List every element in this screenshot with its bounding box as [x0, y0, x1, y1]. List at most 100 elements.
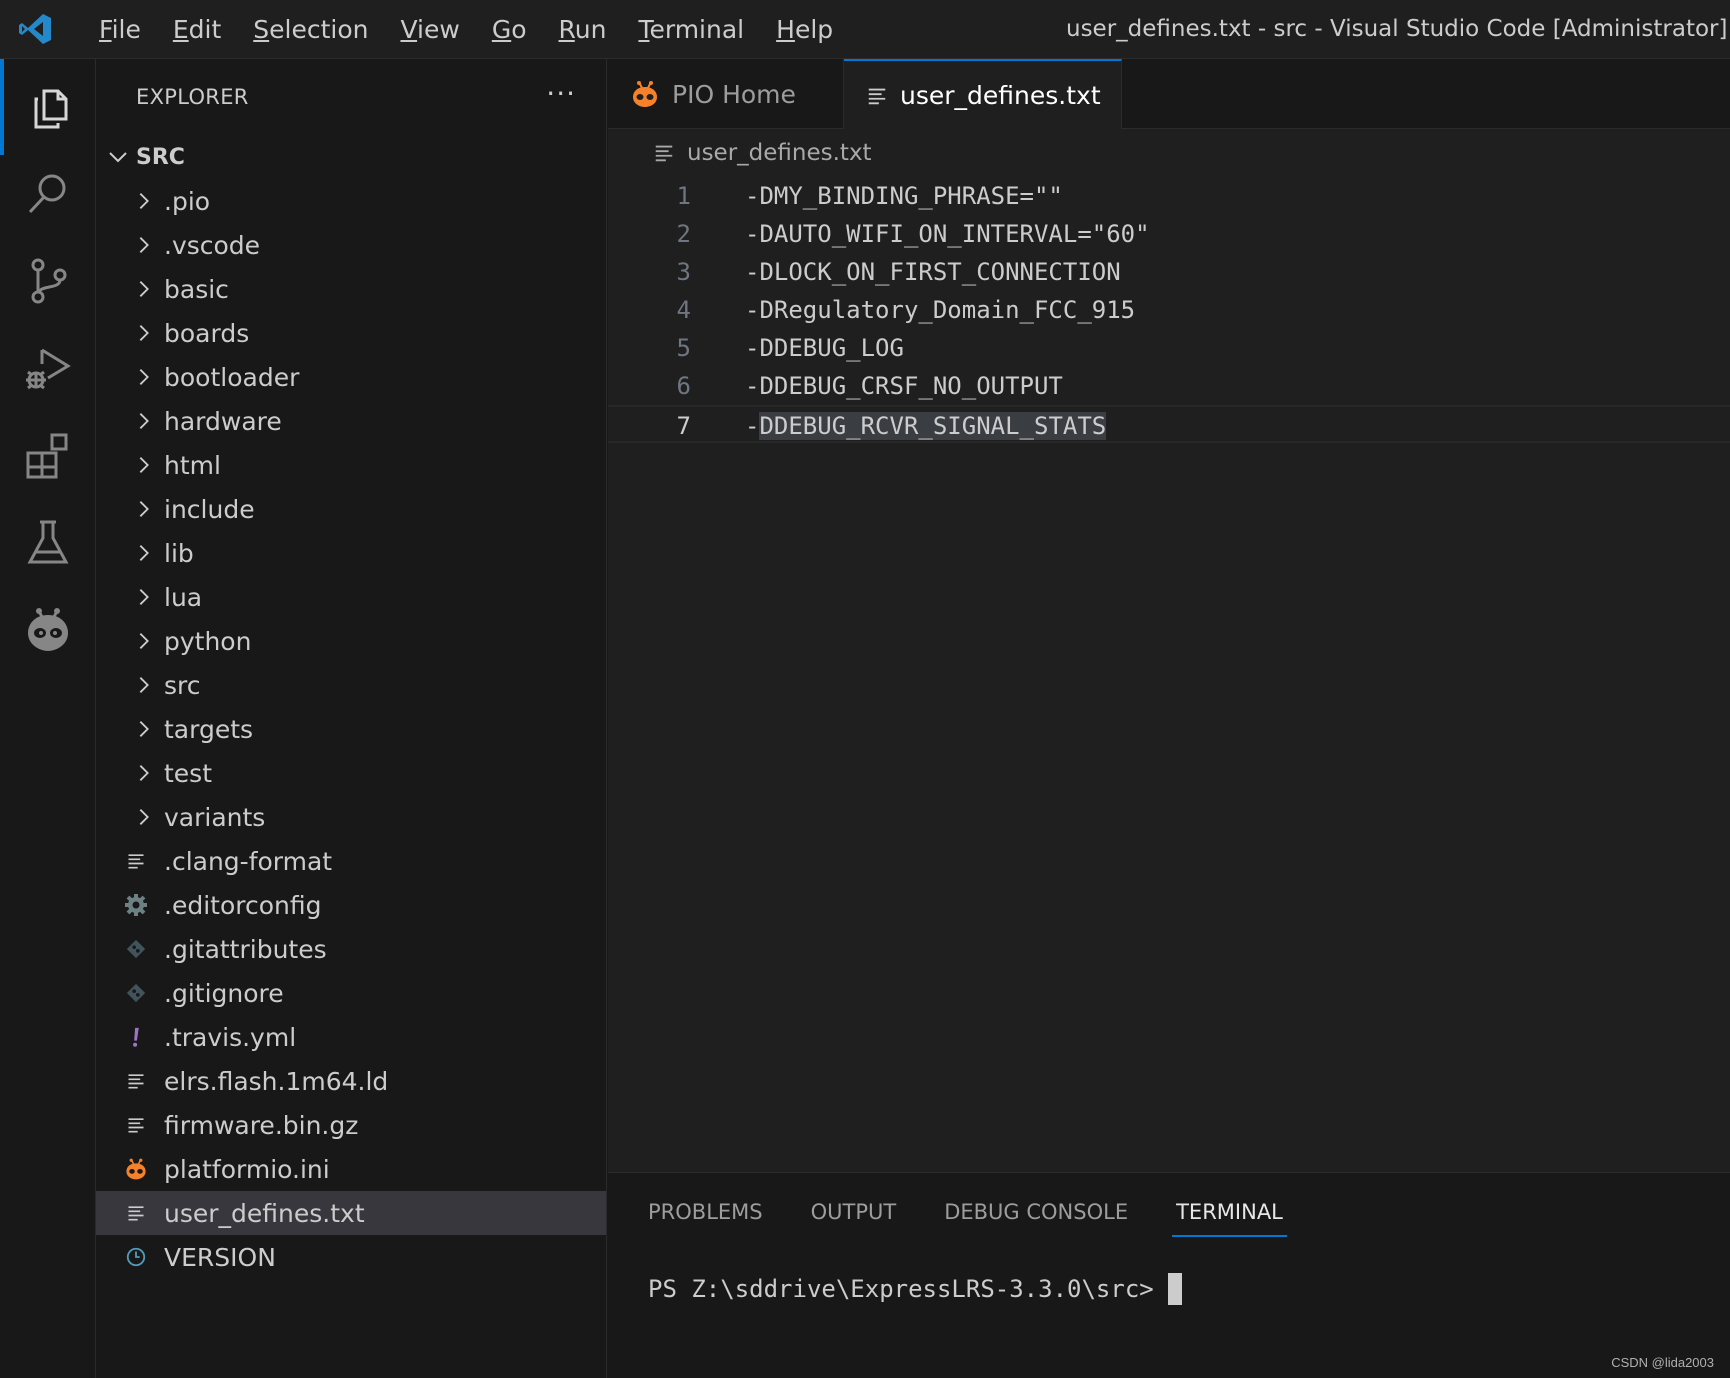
folder-item[interactable]: html [96, 443, 606, 487]
search-icon[interactable] [0, 146, 96, 242]
git-icon [124, 981, 148, 1005]
chevron-right-icon [132, 277, 156, 301]
code-lines[interactable]: 1 -DMY_BINDING_PHRASE="" 2 -DAUTO_WIFI_ON_I… [608, 177, 1730, 443]
line-text: -DMY_BINDING_PHRASE="" [745, 182, 1063, 210]
folder-item[interactable]: python [96, 619, 606, 663]
folder-item[interactable]: include [96, 487, 606, 531]
folder-item[interactable]: boards [96, 311, 606, 355]
file-item[interactable]: firmware.bin.gz [96, 1103, 606, 1147]
code-line[interactable]: 6 -DDEBUG_CRSF_NO_OUTPUT [608, 367, 1730, 405]
tab-pio-home[interactable]: PIO Home [608, 59, 844, 129]
code-editor[interactable]: user_defines.txt 1 -DMY_BINDING_PHRASE=""… [608, 129, 1730, 1172]
file-item[interactable]: .gitignore [96, 971, 606, 1015]
folder-item[interactable]: variants [96, 795, 606, 839]
menu-edit[interactable]: Edit [157, 0, 237, 59]
panel-tab-problems[interactable]: PROBLEMS [648, 1173, 763, 1251]
code-line[interactable]: 1 -DMY_BINDING_PHRASE="" [608, 177, 1730, 215]
selection-prefix: - [745, 412, 760, 440]
vscode-logo-icon[interactable] [17, 11, 53, 47]
panel-tab-output[interactable]: OUTPUT [811, 1173, 897, 1251]
line-number: 1 [676, 182, 691, 210]
folder-label: targets [164, 714, 254, 744]
folder-label: basic [164, 274, 229, 304]
folder-label: test [164, 758, 213, 788]
panel-tab-debug-console[interactable]: DEBUG CONSOLE [944, 1173, 1128, 1251]
source-control-icon[interactable] [0, 233, 96, 329]
folder-item[interactable]: lib [96, 531, 606, 575]
menu-file[interactable]: File [83, 0, 157, 59]
folder-item[interactable]: bootloader [96, 355, 606, 399]
file-label: .gitattributes [164, 934, 327, 964]
folder-label: include [164, 494, 255, 524]
platformio-icon[interactable] [0, 581, 96, 677]
chevron-right-icon [132, 629, 156, 653]
workspace-root-folder[interactable]: SRC [96, 135, 606, 179]
code-line[interactable]: 5 -DDEBUG_LOG [608, 329, 1730, 367]
line-text: -DDEBUG_LOG [745, 334, 904, 362]
file-label: .gitignore [164, 978, 284, 1008]
code-line[interactable]: 2 -DAUTO_WIFI_ON_INTERVAL="60" [608, 215, 1730, 253]
menu-help[interactable]: Help [760, 0, 849, 59]
folder-item[interactable]: .pio [96, 179, 606, 223]
terminal-output[interactable]: PS Z:\sddrive\ExpressLRS-3.3.0\src> [648, 1273, 1182, 1305]
testing-icon[interactable] [0, 494, 96, 590]
breadcrumb[interactable]: user_defines.txt [608, 129, 1730, 177]
file-item[interactable]: elrs.flash.1m64.ld [96, 1059, 606, 1103]
file-label: platformio.ini [164, 1154, 330, 1184]
code-line[interactable]: 3 -DLOCK_ON_FIRST_CONNECTION [608, 253, 1730, 291]
file-item[interactable]: .gitattributes [96, 927, 606, 971]
line-text: -DLOCK_ON_FIRST_CONNECTION [745, 258, 1121, 286]
run-debug-icon[interactable] [0, 320, 96, 416]
chevron-right-icon [132, 585, 156, 609]
file-item[interactable]: platformio.ini [96, 1147, 606, 1191]
folder-item[interactable]: .vscode [96, 223, 606, 267]
title-bar: File Edit Selection View Go Run Terminal Help u… [0, 0, 1730, 59]
chevron-right-icon [132, 409, 156, 433]
chevron-right-icon [132, 761, 156, 785]
code-line[interactable]: 4 -DRegulatory_Domain_FCC_915 [608, 291, 1730, 329]
file-label: user_defines.txt [164, 1198, 365, 1228]
folder-item[interactable]: lua [96, 575, 606, 619]
git-icon [124, 937, 148, 961]
text-file-icon [866, 81, 888, 111]
terminal-cursor [1167, 1273, 1182, 1305]
file-label: .clang-format [164, 846, 333, 876]
code-line[interactable]: 7 -DDEBUG_RCVR_SIGNAL_STATS [608, 405, 1730, 443]
folder-label: boards [164, 318, 250, 348]
chevron-right-icon [132, 189, 156, 213]
file-label: .editorconfig [164, 890, 322, 920]
menu-terminal[interactable]: Terminal [622, 0, 760, 59]
folder-item[interactable]: hardware [96, 399, 606, 443]
folder-item[interactable]: basic [96, 267, 606, 311]
more-actions-icon[interactable]: ··· [546, 77, 576, 110]
folder-label: lua [164, 582, 203, 612]
folder-item[interactable]: src [96, 663, 606, 707]
menu-view[interactable]: View [384, 0, 475, 59]
file-item[interactable]: .editorconfig [96, 883, 606, 927]
file-item[interactable]: VERSION [96, 1235, 606, 1279]
menu-run[interactable]: Run [543, 0, 623, 59]
menu-selection[interactable]: Selection [237, 0, 384, 59]
file-label: elrs.flash.1m64.ld [164, 1066, 389, 1096]
text-file-icon [124, 1113, 148, 1137]
chevron-right-icon [132, 805, 156, 829]
line-number: 5 [676, 334, 691, 362]
panel-tab-terminal[interactable]: TERMINAL [1172, 1173, 1287, 1251]
explorer-title: EXPLORER [136, 85, 249, 109]
activity-bar [0, 59, 96, 1378]
chevron-right-icon [132, 497, 156, 521]
line-text: -DDEBUG_RCVR_SIGNAL_STATS [745, 407, 1107, 445]
file-item[interactable]: .travis.yml [96, 1015, 606, 1059]
extensions-icon[interactable] [0, 407, 96, 503]
file-item[interactable]: user_defines.txt [96, 1191, 606, 1235]
tab-user-defines[interactable]: user_defines.txt [844, 59, 1122, 130]
file-label: VERSION [164, 1242, 276, 1272]
menu-go[interactable]: Go [476, 0, 543, 59]
line-number: 2 [676, 220, 691, 248]
chevron-right-icon [132, 321, 156, 345]
breadcrumb-file: user_defines.txt [687, 140, 872, 166]
explorer-icon[interactable] [0, 59, 96, 155]
folder-item[interactable]: targets [96, 707, 606, 751]
folder-item[interactable]: test [96, 751, 606, 795]
file-item[interactable]: .clang-format [96, 839, 606, 883]
